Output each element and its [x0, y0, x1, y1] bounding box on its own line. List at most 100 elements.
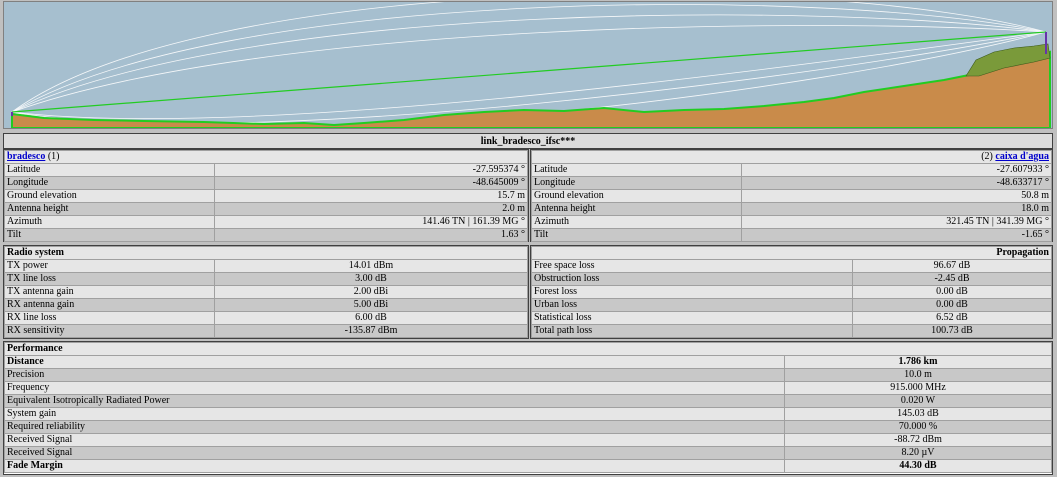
row-value: 8.20 µV	[784, 446, 1052, 460]
row-label: TX antenna gain	[4, 285, 215, 299]
site-a-link[interactable]: bradesco	[7, 152, 45, 163]
site-b-index: (2)	[981, 151, 993, 163]
table-row: Antenna height 18.0 m	[531, 202, 1052, 216]
site-b-panel: (2) caixa d'agua Latitude -27.607933 ° Lon…	[530, 149, 1053, 242]
row-label: Ground elevation	[4, 189, 215, 203]
row-label: Received Signal	[4, 446, 785, 460]
row-value: -2.45 dB	[852, 272, 1052, 286]
table-row: Equivalent Isotropically Radiated Power 0…	[4, 394, 1052, 408]
table-row: Received Signal -88.72 dBm	[4, 433, 1052, 447]
row-label: Frequency	[4, 381, 785, 395]
row-label: Fade Margin	[4, 459, 785, 473]
row-label: Statistical loss	[531, 311, 853, 325]
row-value: 6.00 dB	[214, 311, 528, 325]
row-label: Precision	[4, 368, 785, 382]
table-row: Longitude -48.645009 °	[4, 176, 528, 190]
row-value: 10.0 m	[784, 368, 1052, 382]
row-label: Tilt	[4, 228, 215, 242]
row-value: -88.72 dBm	[784, 433, 1052, 447]
row-label: Longitude	[531, 176, 742, 190]
row-value: 96.67 dB	[852, 259, 1052, 273]
row-value: 6.52 dB	[852, 311, 1052, 325]
row-label: Latitude	[531, 163, 742, 177]
row-value: -1.65 °	[741, 228, 1052, 242]
table-row: Azimuth 141.46 TN | 161.39 MG °	[4, 215, 528, 229]
table-row: Distance 1.786 km	[4, 355, 1052, 369]
row-value: 50.8 m	[741, 189, 1052, 203]
table-row: TX line loss 3.00 dB	[4, 272, 528, 286]
row-value: 3.00 dB	[214, 272, 528, 286]
row-value: 18.0 m	[741, 202, 1052, 216]
row-label: Antenna height	[531, 202, 742, 216]
terrain	[11, 50, 1051, 128]
path-profile-graph	[11, 2, 1051, 128]
row-value: 5.00 dBi	[214, 298, 528, 312]
row-label: Required reliability	[4, 420, 785, 434]
table-row: Tilt -1.65 °	[531, 228, 1052, 242]
row-label: Latitude	[4, 163, 215, 177]
table-row: Azimuth 321.45 TN | 341.39 MG °	[531, 215, 1052, 229]
table-row: RX line loss 6.00 dB	[4, 311, 528, 325]
table-row: Required reliability 70.000 %	[4, 420, 1052, 434]
row-value: -135.87 dBm	[214, 324, 528, 338]
row-label: Distance	[4, 355, 785, 369]
path-profile-panel	[3, 1, 1053, 129]
site-a-header: bradesco (1)	[4, 150, 528, 164]
table-row: Fade Margin 44.30 dB	[4, 459, 1052, 473]
row-label: RX sensitivity	[4, 324, 215, 338]
row-label: Obstruction loss	[531, 272, 853, 286]
row-label: Urban loss	[531, 298, 853, 312]
row-label: Total path loss	[531, 324, 853, 338]
row-value: 2.0 m	[214, 202, 528, 216]
performance-panel: Performance Distance 1.786 km Precision 10.…	[3, 341, 1053, 475]
row-value: 44.30 dB	[784, 459, 1052, 473]
row-value: 915.000 MHz	[784, 381, 1052, 395]
row-value: 145.03 dB	[784, 407, 1052, 421]
row-value: -48.633717 °	[741, 176, 1052, 190]
table-row: Latitude -27.607933 °	[531, 163, 1052, 177]
row-label: Azimuth	[531, 215, 742, 229]
row-label: RX line loss	[4, 311, 215, 325]
table-row: Ground elevation 50.8 m	[531, 189, 1052, 203]
row-value: -27.595374 °	[214, 163, 528, 177]
row-label: TX power	[4, 259, 215, 273]
table-row: TX power 14.01 dBm	[4, 259, 528, 273]
performance-heading: Performance	[4, 342, 1052, 356]
row-value: 321.45 TN | 341.39 MG °	[741, 215, 1052, 229]
table-row: Forest loss 0.00 dB	[531, 285, 1052, 299]
propagation-heading: Propagation	[531, 246, 1052, 260]
table-row: Antenna height 2.0 m	[4, 202, 528, 216]
row-label: Equivalent Isotropically Radiated Power	[4, 394, 785, 408]
row-value: 14.01 dBm	[214, 259, 528, 273]
table-row: RX antenna gain 5.00 dBi	[4, 298, 528, 312]
row-value: 0.020 W	[784, 394, 1052, 408]
table-row: Tilt 1.63 °	[4, 228, 528, 242]
row-label: Received Signal	[4, 433, 785, 447]
row-value: 1.63 °	[214, 228, 528, 242]
table-row: Received Signal 8.20 µV	[4, 446, 1052, 460]
row-value: 15.7 m	[214, 189, 528, 203]
row-label: Ground elevation	[531, 189, 742, 203]
row-label: Azimuth	[4, 215, 215, 229]
row-value: 0.00 dB	[852, 285, 1052, 299]
table-row: Latitude -27.595374 °	[4, 163, 528, 177]
table-row: Longitude -48.633717 °	[531, 176, 1052, 190]
site-b-header: (2) caixa d'agua	[531, 150, 1052, 164]
row-value: -48.645009 °	[214, 176, 528, 190]
propagation-panel: Propagation Free space loss 96.67 dB Obstr…	[530, 245, 1053, 339]
table-row: Ground elevation 15.7 m	[4, 189, 528, 203]
table-row: Frequency 915.000 MHz	[4, 381, 1052, 395]
row-value: 0.00 dB	[852, 298, 1052, 312]
site-b-link[interactable]: caixa d'agua	[995, 152, 1049, 163]
table-row: System gain 145.03 dB	[4, 407, 1052, 421]
row-label: Longitude	[4, 176, 215, 190]
row-label: Forest loss	[531, 285, 853, 299]
table-row: Precision 10.0 m	[4, 368, 1052, 382]
row-label: Antenna height	[4, 202, 215, 216]
row-value: 70.000 %	[784, 420, 1052, 434]
row-label: Free space loss	[531, 259, 853, 273]
row-value: 1.786 km	[784, 355, 1052, 369]
row-label: TX line loss	[4, 272, 215, 286]
site-a-panel: bradesco (1) Latitude -27.595374 ° Longitu…	[3, 149, 529, 242]
table-row: Urban loss 0.00 dB	[531, 298, 1052, 312]
